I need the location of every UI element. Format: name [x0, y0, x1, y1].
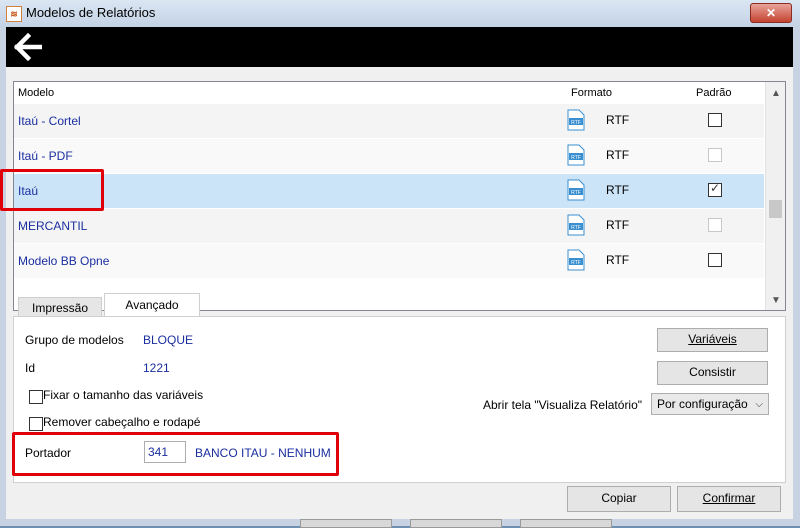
row-formato: RTF [606, 253, 630, 267]
confirmar-button[interactable]: Confirmar [677, 486, 781, 512]
svg-text:RTF: RTF [571, 225, 581, 231]
rtf-file-icon: RTF [567, 214, 585, 236]
header-formato[interactable]: Formato [571, 87, 612, 99]
remover-checkbox[interactable] [29, 417, 43, 431]
header-modelo[interactable]: Modelo [18, 87, 54, 99]
row-modelo: Modelo BB Opne [18, 254, 110, 268]
abrir-select[interactable]: Por configuração ⌵ [651, 393, 769, 415]
rtf-file-icon: RTF [567, 249, 585, 271]
svg-text:RTF: RTF [571, 260, 581, 266]
toolbar [6, 27, 793, 67]
svg-text:RTF: RTF [571, 120, 581, 126]
rtf-file-icon: RTF [567, 109, 585, 131]
grid-row[interactable]: MERCANTIL RTF RTF [14, 209, 764, 244]
back-arrow-icon[interactable] [14, 33, 42, 61]
variaveis-label: Variáveis [688, 332, 737, 346]
app-icon: ≋ [6, 6, 22, 22]
row-formato: RTF [606, 113, 630, 127]
consistir-button[interactable]: Consistir [657, 361, 768, 385]
padrao-checkbox[interactable] [708, 113, 722, 127]
grid-scrollbar[interactable]: ▲ ▼ [765, 82, 785, 310]
fixar-label[interactable]: Fixar o tamanho das variáveis [43, 388, 203, 402]
grid-row[interactable]: Itaú - PDF RTF RTF [14, 139, 764, 174]
row-formato: RTF [606, 183, 630, 197]
close-icon: ✕ [765, 6, 777, 20]
padrao-checkbox [708, 218, 722, 232]
consistir-label: Consistir [689, 365, 736, 379]
grid-row-selected[interactable]: Itaú RTF RTF ✓ [14, 174, 764, 209]
background-window-edge [300, 519, 392, 528]
background-window-edge [520, 519, 612, 528]
variaveis-button[interactable]: Variáveis [657, 328, 768, 352]
id-value: 1221 [143, 361, 170, 375]
models-grid: Modelo Formato Padrão Itaú - Cortel RTF … [13, 81, 786, 311]
abrir-select-value: Por configuração [657, 397, 748, 411]
chevron-down-icon: ⌵ [755, 399, 763, 410]
row-formato: RTF [606, 148, 630, 162]
close-button[interactable]: ✕ [750, 3, 792, 23]
row-modelo: Itaú - PDF [18, 149, 73, 163]
checkmark-icon: ✓ [710, 181, 721, 195]
scroll-thumb[interactable] [769, 200, 782, 218]
padrao-checkbox[interactable]: ✓ [708, 181, 722, 197]
row-modelo: MERCANTIL [18, 219, 88, 233]
svg-text:RTF: RTF [571, 190, 581, 196]
tab-strip: Impressão Avançado [13, 293, 784, 319]
window: ≋ Modelos de Relatórios ✕ Modelo Formato… [0, 0, 800, 528]
abrir-label: Abrir tela "Visualiza Relatório" [483, 398, 643, 412]
rtf-file-icon: RTF [567, 144, 585, 166]
grupo-value: BLOQUE [143, 333, 194, 347]
background-window-edge [410, 519, 502, 528]
remover-label[interactable]: Remover cabeçalho e rodapé [43, 415, 200, 429]
row-modelo: Itaú - Cortel [18, 114, 81, 128]
highlight-selected-row [0, 169, 104, 211]
id-label: Id [25, 361, 36, 375]
copiar-button[interactable]: Copiar [567, 486, 671, 512]
padrao-checkbox[interactable] [708, 253, 722, 267]
svg-text:RTF: RTF [571, 155, 581, 161]
confirmar-label: Confirmar [702, 491, 756, 505]
copiar-label: Copiar [601, 491, 637, 505]
grupo-label: Grupo de modelos [25, 333, 124, 347]
highlight-portador [12, 432, 339, 476]
header-padrao[interactable]: Padrão [696, 87, 731, 99]
window-title: Modelos de Relatórios [26, 5, 156, 20]
grid-row[interactable]: Itaú - Cortel RTF RTF [14, 104, 764, 139]
padrao-checkbox [708, 148, 722, 162]
grid-header: Modelo Formato Padrão [14, 82, 764, 105]
row-formato: RTF [606, 218, 630, 232]
rtf-file-icon: RTF [567, 179, 585, 201]
fixar-checkbox[interactable] [29, 390, 43, 404]
grid-row[interactable]: Modelo BB Opne RTF RTF [14, 244, 764, 279]
scroll-up-icon[interactable]: ▲ [771, 88, 781, 99]
title-bar: ≋ Modelos de Relatórios ✕ [0, 0, 800, 27]
tab-impressao[interactable]: Impressão [18, 297, 102, 318]
